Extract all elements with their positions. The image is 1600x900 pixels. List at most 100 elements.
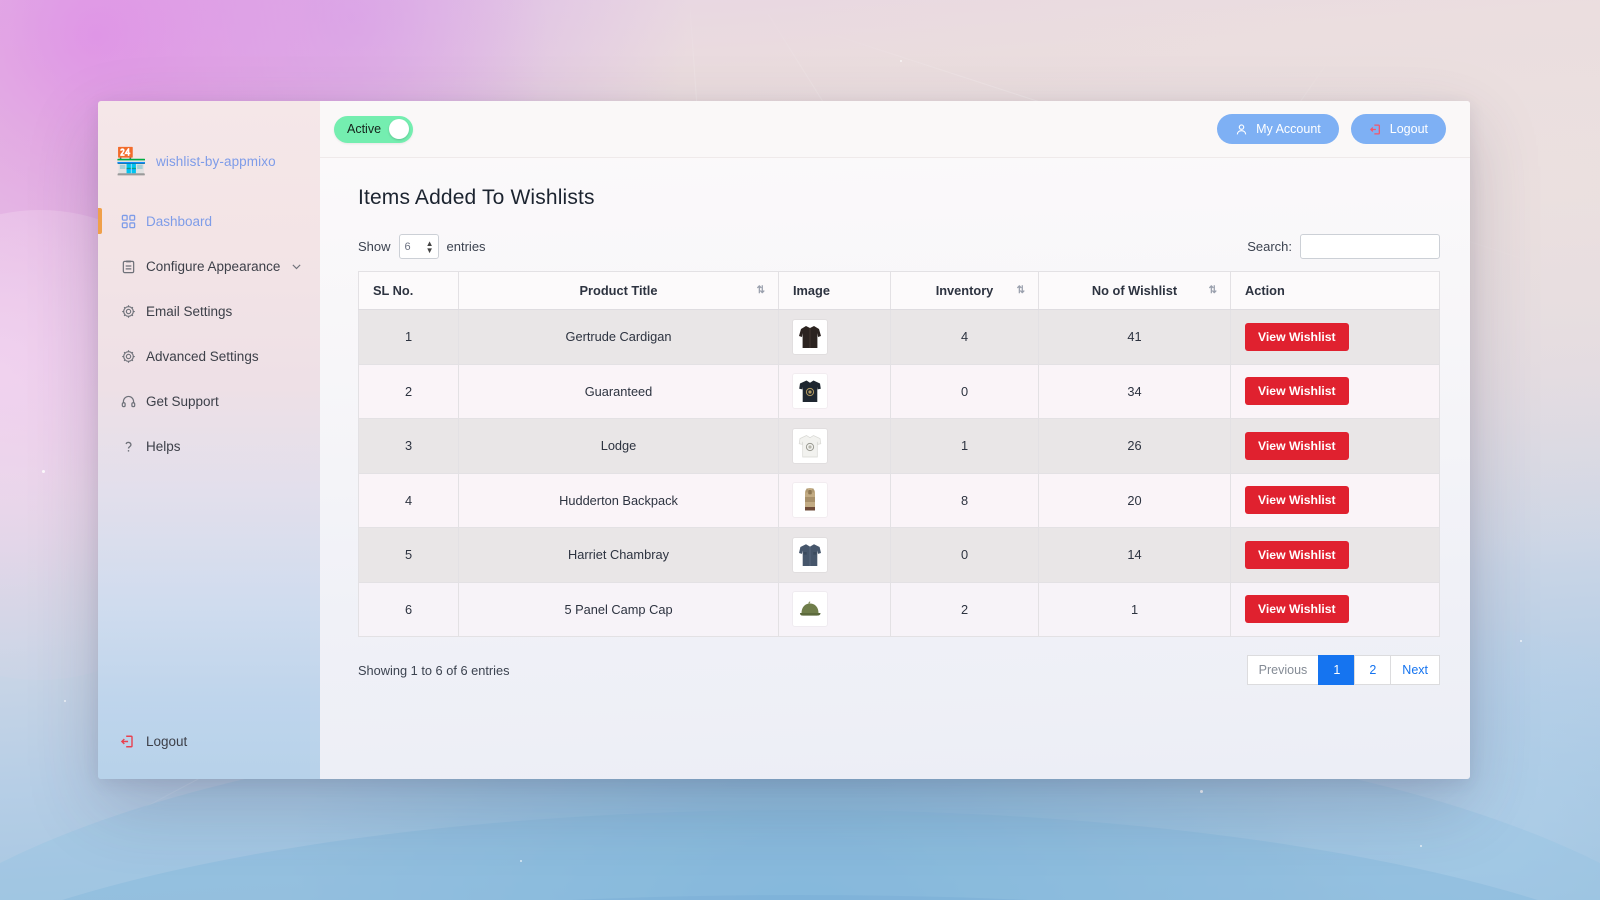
cell-no-of-wishlist: 14: [1039, 528, 1231, 583]
table-controls: Show 6 ▲▼ entries Search:: [358, 234, 1440, 259]
wallpaper-star: [520, 860, 522, 862]
content: Items Added To Wishlists Show 6 ▲▼ en: [320, 158, 1470, 779]
page-title: Items Added To Wishlists: [358, 186, 1440, 210]
cell-sl-no: 2: [359, 364, 459, 419]
view-wishlist-button[interactable]: View Wishlist: [1245, 541, 1349, 569]
sidebar-item-label: Configure Appearance: [146, 259, 280, 274]
topbar-actions: My Account Logout: [1217, 114, 1446, 144]
olive-cap-thumb: [793, 592, 827, 626]
cell-product-title: Lodge: [459, 419, 779, 474]
cell-action: View Wishlist: [1231, 419, 1440, 474]
cell-no-of-wishlist: 41: [1039, 310, 1231, 365]
cell-product-title: 5 Panel Camp Cap: [459, 582, 779, 637]
topbar: Active My Account: [320, 101, 1470, 158]
view-wishlist-button[interactable]: View Wishlist: [1245, 323, 1349, 351]
pagination: Previous 1 2 Next: [1247, 655, 1440, 685]
table-row: 3 Lodge: [359, 419, 1440, 474]
wallpaper-star: [1520, 640, 1522, 642]
cell-product-title: Harriet Chambray: [459, 528, 779, 583]
view-wishlist-button[interactable]: View Wishlist: [1245, 377, 1349, 405]
search-input[interactable]: [1300, 234, 1440, 259]
table-row: 1 Gertrude Cardigan 4: [359, 310, 1440, 365]
question-icon: [120, 439, 136, 455]
sidebar-item-label: Dashboard: [146, 214, 212, 229]
cell-no-of-wishlist: 26: [1039, 419, 1231, 474]
gear-icon: [120, 349, 136, 365]
sort-updown-icon[interactable]: ⇅: [1007, 285, 1024, 296]
brand[interactable]: 🏪 wishlist-by-appmixo: [98, 101, 320, 193]
dark-cardigan-thumb: [793, 320, 827, 354]
cell-sl-no: 1: [359, 310, 459, 365]
logout-icon: [120, 734, 135, 749]
cell-image: [779, 310, 891, 365]
pagination-previous[interactable]: Previous: [1247, 655, 1319, 685]
column-label: No of Wishlist: [1092, 283, 1177, 298]
search-label: Search:: [1247, 239, 1292, 254]
view-wishlist-button[interactable]: View Wishlist: [1245, 432, 1349, 460]
gear-icon: [120, 304, 136, 320]
cell-image: [779, 528, 891, 583]
column-label: Product Title: [580, 283, 658, 298]
cell-no-of-wishlist: 34: [1039, 364, 1231, 419]
pagination-next[interactable]: Next: [1390, 655, 1440, 685]
sidebar-item-get-support[interactable]: Get Support: [98, 386, 320, 417]
cell-inventory: 0: [891, 364, 1039, 419]
wallpaper-star: [1420, 845, 1422, 847]
wallpaper-star: [64, 700, 66, 702]
sidebar-nav: Dashboard Configure Appearance: [98, 206, 320, 476]
grid-icon: [120, 214, 136, 230]
view-wishlist-button[interactable]: View Wishlist: [1245, 486, 1349, 514]
table-row: 2 Guaranteed: [359, 364, 1440, 419]
sidebar: 🏪 wishlist-by-appmixo Dashboard: [98, 101, 320, 779]
status-toggle[interactable]: Active: [334, 116, 413, 143]
column-header-image: Image: [779, 272, 891, 310]
wallpaper-wave: [0, 895, 1600, 900]
column-header-no-of-wishlist[interactable]: No of Wishlist ⇅: [1039, 272, 1231, 310]
topbar-logout-button[interactable]: Logout: [1351, 114, 1446, 144]
cell-inventory: 0: [891, 528, 1039, 583]
wallpaper-star: [42, 470, 45, 473]
sort-updown-icon[interactable]: ⇅: [747, 285, 764, 296]
cell-action: View Wishlist: [1231, 582, 1440, 637]
headset-icon: [120, 394, 136, 410]
pagination-page-1[interactable]: 1: [1318, 655, 1354, 685]
column-label: SL No.: [373, 283, 413, 298]
cell-image: [779, 473, 891, 528]
table-header-row: SL No. Product Title ⇅ Image: [359, 272, 1440, 310]
sort-updown-icon[interactable]: ⇅: [1199, 285, 1216, 296]
sidebar-item-helps[interactable]: Helps: [98, 431, 320, 462]
page-length-select[interactable]: 6: [399, 234, 439, 259]
cell-product-title: Gertrude Cardigan: [459, 310, 779, 365]
column-header-product-title[interactable]: Product Title ⇅: [459, 272, 779, 310]
khaki-backpack-thumb: [793, 483, 827, 517]
cell-action: View Wishlist: [1231, 364, 1440, 419]
sidebar-item-dashboard[interactable]: Dashboard: [98, 206, 320, 237]
navy-shirt-thumb: [793, 538, 827, 572]
my-account-button[interactable]: My Account: [1217, 114, 1339, 144]
cell-sl-no: 3: [359, 419, 459, 474]
entries-info: Showing 1 to 6 of 6 entries: [358, 663, 510, 678]
wallpaper-star: [900, 60, 902, 62]
search-control: Search:: [1247, 234, 1440, 259]
user-icon: [1235, 123, 1248, 136]
cell-no-of-wishlist: 1: [1039, 582, 1231, 637]
cell-image: [779, 419, 891, 474]
wallpaper-wave: [0, 810, 1600, 900]
sidebar-logout-button[interactable]: Logout: [98, 721, 320, 761]
cell-sl-no: 6: [359, 582, 459, 637]
cell-inventory: 8: [891, 473, 1039, 528]
column-header-inventory[interactable]: Inventory ⇅: [891, 272, 1039, 310]
page-length-select-wrap: 6 ▲▼: [399, 234, 439, 259]
white-tshirt-thumb: [793, 429, 827, 463]
pagination-page-2[interactable]: 2: [1354, 655, 1390, 685]
sidebar-item-email-settings[interactable]: Email Settings: [98, 296, 320, 327]
cell-product-title: Guaranteed: [459, 364, 779, 419]
sidebar-item-configure-appearance[interactable]: Configure Appearance: [98, 251, 320, 282]
cell-action: View Wishlist: [1231, 473, 1440, 528]
sidebar-item-advanced-settings[interactable]: Advanced Settings: [98, 341, 320, 372]
view-wishlist-button[interactable]: View Wishlist: [1245, 595, 1349, 623]
table-head: SL No. Product Title ⇅ Image: [359, 272, 1440, 310]
cell-sl-no: 5: [359, 528, 459, 583]
cell-sl-no: 4: [359, 473, 459, 528]
chevron-down-icon[interactable]: [290, 260, 303, 273]
